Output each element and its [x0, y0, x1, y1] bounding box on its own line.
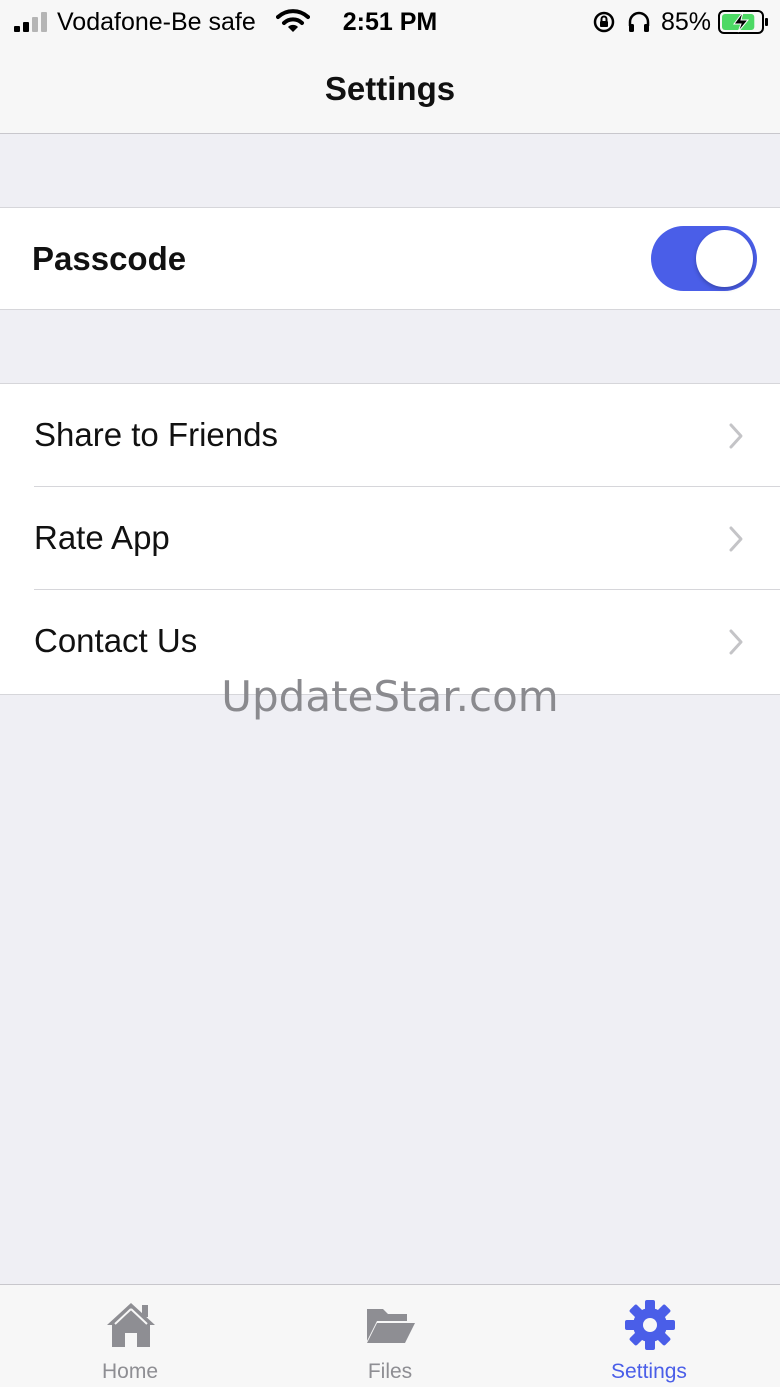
watermark: UpdateStar.com [221, 672, 559, 721]
folder-open-icon [367, 1309, 415, 1343]
share-to-friends-label: Share to Friends [34, 416, 278, 453]
headphones-icon [628, 11, 650, 32]
chevron-right-icon [729, 423, 743, 449]
navigation-bar: Settings [0, 44, 780, 134]
tab-settings[interactable]: Settings [574, 1285, 724, 1387]
tab-files-label: Files [367, 1360, 413, 1383]
status-bar: Vodafone-Be safe 2:51 PM 85% [0, 0, 780, 44]
tab-bar: Home Files Settings [0, 1284, 780, 1387]
tab-settings-label: Settings [611, 1360, 687, 1383]
passcode-toggle[interactable] [651, 226, 757, 291]
links-section: Share to Friends Rate App Contact Us [0, 383, 780, 695]
home-icon [107, 1303, 155, 1347]
tab-home-label: Home [101, 1360, 159, 1383]
toggle-knob [696, 230, 753, 287]
rate-app-row[interactable]: Rate App [0, 487, 780, 590]
tab-home[interactable]: Home [55, 1285, 205, 1387]
chevron-right-icon [729, 526, 743, 552]
battery-charging-icon [718, 10, 768, 34]
tab-files[interactable]: Files [315, 1285, 465, 1387]
page-title: Settings [324, 70, 456, 107]
gear-icon [625, 1300, 675, 1350]
battery-percent: 85% [661, 8, 712, 36]
rate-app-label: Rate App [34, 519, 170, 556]
rotation-lock-icon [593, 11, 615, 33]
chevron-right-icon [729, 629, 743, 655]
share-to-friends-row[interactable]: Share to Friends [0, 384, 780, 487]
passcode-label: Passcode [32, 240, 187, 277]
contact-us-label: Contact Us [34, 622, 198, 659]
